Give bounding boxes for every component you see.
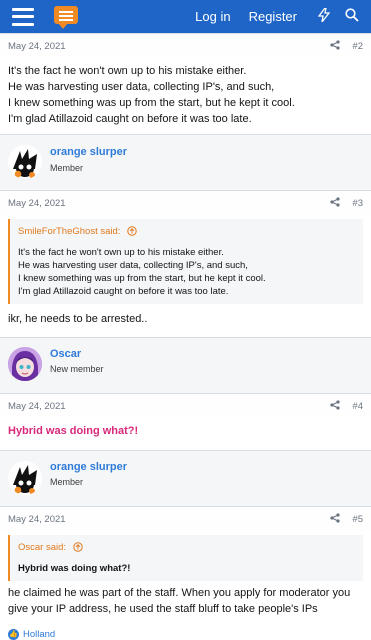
quote-author-link[interactable]: SmileForTheGhost said: [18, 226, 137, 239]
user-info-bar: Oscar New member [0, 337, 371, 394]
post-text: Hybrid was doing what?! [8, 425, 139, 437]
thumbs-up-icon: 👍 [8, 629, 19, 640]
avatar[interactable] [8, 347, 42, 381]
post-date[interactable]: May 24, 2021 [8, 198, 330, 209]
arrow-up-circle-icon[interactable] [72, 542, 83, 555]
post-line: give your IP address, he used the staff … [8, 603, 318, 615]
quote-body: It's the fact he won't own up to his mis… [18, 246, 266, 298]
post-text: ikr, he needs to be arrested.. [8, 313, 148, 325]
user-info-bar: orange slurper Member [0, 134, 371, 191]
username-link[interactable]: orange slurper [50, 461, 127, 473]
user-title: Member [50, 163, 84, 173]
post-meta: May 24, 2021 #3 [0, 190, 371, 215]
quote-author-link[interactable]: Oscar said: [18, 542, 83, 555]
post-line: I'm glad Atillazoid caught on before it … [8, 113, 252, 125]
quote-line: He was harvesting user data, collecting … [18, 260, 248, 271]
post-line: I knew something was up from the start, … [8, 97, 295, 109]
search-icon[interactable] [343, 8, 361, 25]
post-meta: May 24, 2021 #2 [0, 33, 371, 58]
top-navigation-bar: Log in Register [0, 0, 371, 33]
share-icon[interactable] [330, 196, 341, 210]
post-number[interactable]: #2 [352, 41, 363, 52]
post-date[interactable]: May 24, 2021 [8, 401, 330, 412]
arrow-up-circle-icon[interactable] [127, 226, 137, 239]
reaction-bar[interactable]: 👍 Holland [8, 629, 55, 640]
login-link[interactable]: Log in [195, 9, 230, 24]
quote-block: Oscar said: Hybrid was doing what?! [8, 535, 363, 581]
lightning-icon[interactable] [315, 7, 333, 25]
quote-line: I'm glad Atillazoid caught on before it … [18, 286, 229, 297]
share-icon[interactable] [330, 512, 341, 526]
post-number[interactable]: #3 [352, 198, 363, 209]
post-date[interactable]: May 24, 2021 [8, 514, 330, 525]
post-meta: May 24, 2021 #5 [0, 506, 371, 531]
avatar[interactable] [8, 145, 42, 179]
post-line: It's the fact he won't own up to his mis… [8, 65, 247, 77]
post-line: He was harvesting user data, collecting … [8, 81, 275, 93]
user-title: Member [50, 477, 84, 487]
hamburger-menu-icon[interactable] [12, 7, 34, 26]
post-number[interactable]: #4 [352, 401, 363, 412]
post-body: he claimed he was part of the staff. Whe… [8, 585, 360, 617]
site-logo[interactable] [52, 2, 84, 32]
post-body: Hybrid was doing what?! [8, 423, 360, 439]
quote-author: SmileForTheGhost said: [18, 226, 121, 237]
user-info-bar: orange slurper Member [0, 450, 371, 507]
quote-block: SmileForTheGhost said: It's the fact he … [8, 219, 363, 304]
post-meta: May 24, 2021 #4 [0, 393, 371, 418]
quote-line: It's the fact he won't own up to his mis… [18, 247, 224, 258]
share-icon[interactable] [330, 39, 341, 53]
register-link[interactable]: Register [249, 9, 297, 24]
post-line: he claimed he was part of the staff. Whe… [8, 587, 351, 599]
quote-line: Hybrid was doing what?! [18, 563, 131, 574]
avatar[interactable] [8, 461, 42, 495]
quote-line: I knew something was up from the start, … [18, 273, 266, 284]
username-link[interactable]: Oscar [50, 348, 81, 360]
username-link[interactable]: orange slurper [50, 146, 127, 158]
quote-author: Oscar said: [18, 542, 67, 553]
user-title: New member [50, 364, 104, 374]
share-icon[interactable] [330, 399, 341, 413]
post-number[interactable]: #5 [352, 514, 363, 525]
quote-body: Hybrid was doing what?! [18, 562, 130, 575]
post-body: It's the fact he won't own up to his mis… [8, 63, 360, 127]
post-date[interactable]: May 24, 2021 [8, 41, 330, 52]
reaction-user[interactable]: Holland [23, 629, 55, 640]
post-body: ikr, he needs to be arrested.. [8, 311, 360, 327]
